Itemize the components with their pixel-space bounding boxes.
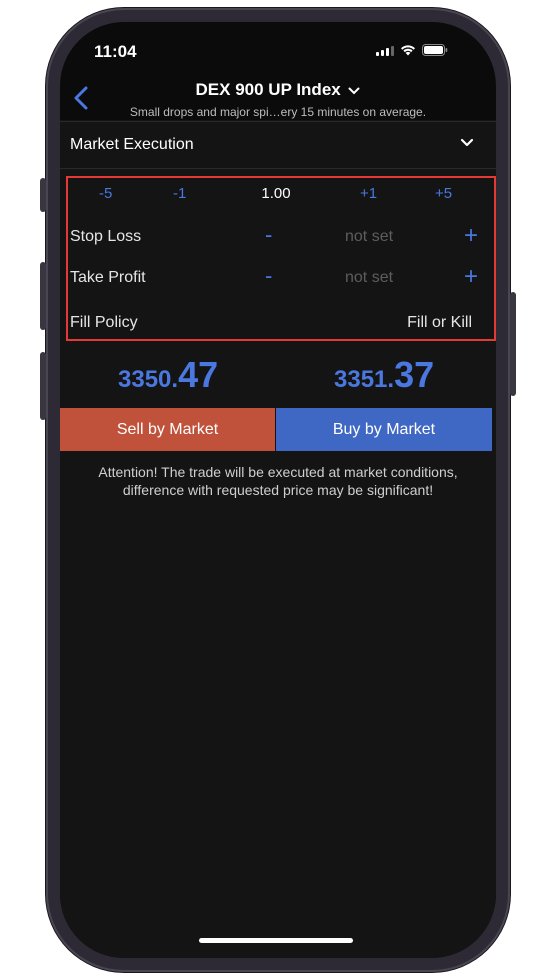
fill-policy-label: Fill Policy bbox=[70, 314, 138, 331]
take-profit-minus-button[interactable]: - bbox=[265, 263, 272, 289]
symbol-name: DEX 900 UP Index bbox=[195, 80, 341, 99]
wifi-icon bbox=[401, 45, 415, 56]
volume-value[interactable]: 1.00 bbox=[260, 185, 292, 202]
status-icons bbox=[376, 44, 448, 56]
silent-switch bbox=[40, 178, 46, 212]
volume-plus-1-button[interactable]: +1 bbox=[360, 185, 377, 202]
price-row: 3350.47 3351.37 bbox=[60, 354, 496, 404]
take-profit-plus-button[interactable]: + bbox=[464, 263, 478, 291]
status-bar: 11:04 bbox=[60, 22, 496, 72]
sell-by-market-button[interactable]: Sell by Market bbox=[60, 408, 275, 451]
execution-type-selector[interactable]: Market Execution bbox=[60, 122, 496, 168]
symbol-title[interactable]: DEX 900 UP Index bbox=[60, 80, 496, 100]
sell-price-main: 3350. bbox=[118, 366, 179, 393]
buy-by-market-button[interactable]: Buy by Market bbox=[276, 408, 492, 451]
dropdown-chevron-icon bbox=[460, 138, 474, 147]
stop-loss-plus-button[interactable]: + bbox=[464, 222, 478, 250]
stop-loss-minus-button[interactable]: - bbox=[265, 222, 272, 248]
volume-minus-5-button[interactable]: -5 bbox=[99, 185, 112, 202]
sell-price: 3350.47 bbox=[118, 354, 218, 396]
take-profit-row: Take Profit - not set + bbox=[60, 263, 496, 299]
attention-line-1: Attention! The trade will be executed at… bbox=[98, 464, 458, 480]
fill-policy-row[interactable]: Fill Policy Fill or Kill bbox=[60, 314, 496, 344]
volume-minus-1-button[interactable]: -1 bbox=[173, 185, 186, 202]
buy-price-fraction: 37 bbox=[394, 354, 435, 395]
navigation-bar: DEX 900 UP Index Small drops and major s… bbox=[60, 78, 496, 122]
stop-loss-row: Stop Loss - not set + bbox=[60, 222, 496, 258]
title-dropdown-icon bbox=[348, 87, 360, 94]
buy-price-main: 3351. bbox=[334, 366, 395, 393]
attention-note: Attention! The trade will be executed at… bbox=[70, 463, 486, 499]
battery-icon bbox=[422, 44, 448, 56]
volume-down-button bbox=[40, 352, 46, 420]
take-profit-value[interactable]: not set bbox=[345, 269, 393, 287]
volume-plus-5-button[interactable]: +5 bbox=[435, 185, 452, 202]
buy-price: 3351.37 bbox=[334, 354, 434, 396]
volume-row: -5 -1 1.00 +1 +5 bbox=[60, 185, 496, 209]
attention-line-2: difference with requested price may be s… bbox=[122, 482, 434, 498]
fill-policy-value: Fill or Kill bbox=[407, 314, 472, 331]
trade-buttons: Sell by Market Buy by Market bbox=[60, 408, 492, 451]
power-button bbox=[510, 292, 516, 396]
volume-up-button bbox=[40, 262, 46, 330]
take-profit-label: Take Profit bbox=[70, 269, 146, 286]
app-screen: 11:04 DEX 900 UP Index Small drops and m… bbox=[60, 22, 496, 958]
stop-loss-value[interactable]: not set bbox=[345, 228, 393, 246]
home-indicator[interactable] bbox=[199, 938, 353, 943]
sell-price-fraction: 47 bbox=[178, 354, 219, 395]
symbol-description: Small drops and major spi…ery 15 minutes… bbox=[129, 105, 427, 119]
execution-type-label: Market Execution bbox=[70, 136, 194, 153]
stop-loss-label: Stop Loss bbox=[70, 228, 142, 245]
signal-icon bbox=[376, 46, 394, 56]
divider bbox=[60, 168, 496, 169]
status-time: 11:04 bbox=[94, 42, 137, 61]
